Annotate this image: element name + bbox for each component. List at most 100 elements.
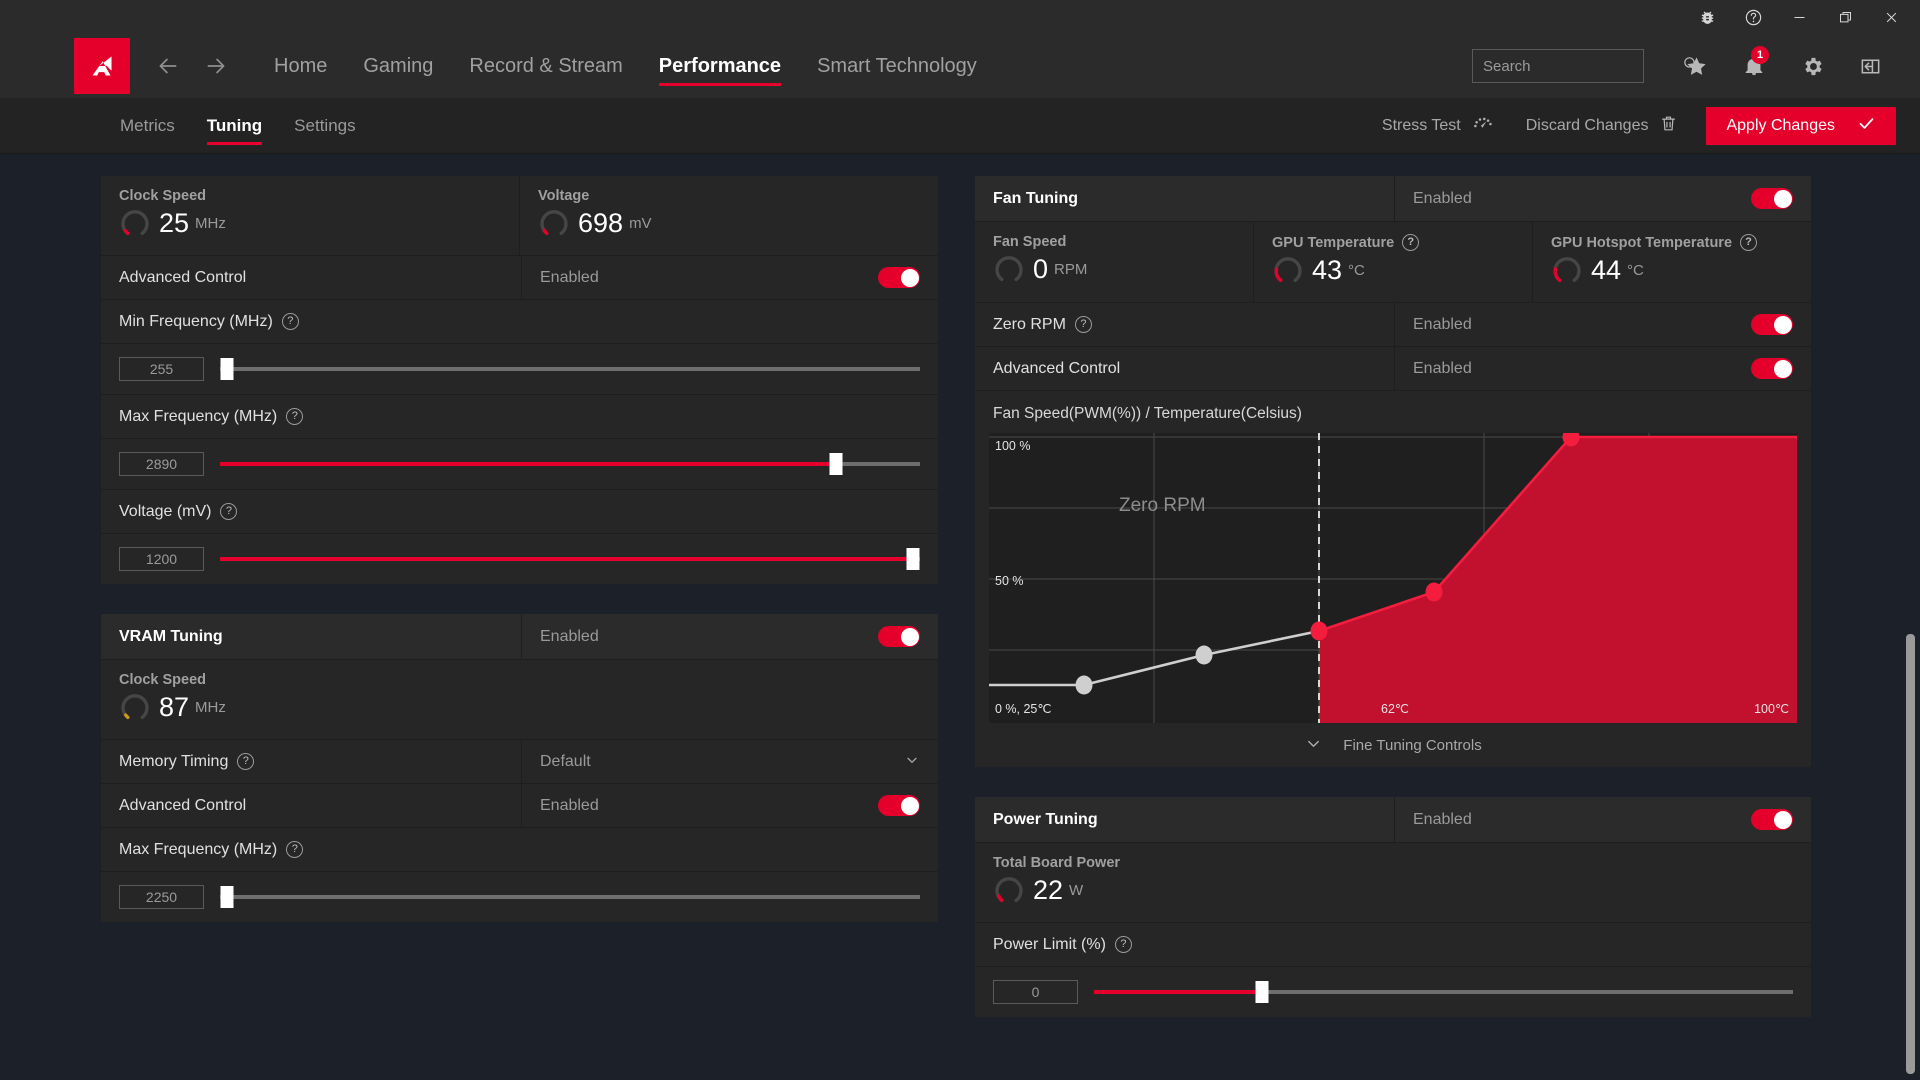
nav-item-smart-technology[interactable]: Smart Technology xyxy=(799,34,995,98)
nav-forward-icon[interactable] xyxy=(192,34,240,98)
gauge-icon xyxy=(538,207,570,239)
close-button[interactable] xyxy=(1868,0,1914,34)
fan-tuning-toggle[interactable] xyxy=(1751,188,1793,209)
fan-advanced-control-row[interactable]: Advanced Control Enabled xyxy=(975,347,1811,391)
tab-metrics[interactable]: Metrics xyxy=(104,98,191,154)
chevron-down-icon[interactable] xyxy=(904,752,920,771)
metric-value: 87 xyxy=(159,694,189,721)
restore-button[interactable] xyxy=(1822,0,1868,34)
nav-back-icon[interactable] xyxy=(144,34,192,98)
gpu-metrics-row: Clock Speed 25 MHz Voltage xyxy=(101,176,938,256)
gpu-tuning-card: Clock Speed 25 MHz Voltage xyxy=(101,176,938,584)
gauge-icon xyxy=(993,253,1025,285)
max-frequency-value[interactable]: 2890 xyxy=(119,452,204,476)
apply-changes-button[interactable]: Apply Changes xyxy=(1706,107,1896,145)
help-icon[interactable]: ? xyxy=(220,503,237,520)
discard-changes-label: Discard Changes xyxy=(1526,117,1649,135)
help-icon[interactable]: ? xyxy=(282,313,299,330)
help-icon[interactable] xyxy=(1730,0,1776,34)
voltage-value[interactable]: 1200 xyxy=(119,547,204,571)
vram-clock-speed-metric: Clock Speed 87 MHz xyxy=(101,660,938,739)
amd-logo-icon[interactable] xyxy=(74,38,130,94)
settings-gear-icon[interactable] xyxy=(1784,34,1840,98)
discard-changes-button[interactable]: Discard Changes xyxy=(1510,98,1695,154)
fan-speed-metric: Fan Speed 0 RPM xyxy=(975,222,1254,302)
gpu-clock-speed-metric: Clock Speed 25 MHz xyxy=(101,176,520,255)
advanced-control-toggle[interactable] xyxy=(878,267,920,288)
gpu-hotspot-temperature-metric: GPU Hotspot Temperature ? 44 °C xyxy=(1533,222,1811,302)
vram-tuning-header[interactable]: VRAM Tuning Enabled xyxy=(101,614,938,660)
nav-item-home[interactable]: Home xyxy=(256,34,345,98)
power-tuning-toggle[interactable] xyxy=(1751,809,1793,830)
vram-advanced-control-row[interactable]: Advanced Control Enabled xyxy=(101,784,938,828)
notification-badge: 1 xyxy=(1751,46,1769,64)
vertical-scrollbar[interactable] xyxy=(1906,634,1915,1074)
help-icon[interactable]: ? xyxy=(237,753,254,770)
row-label: Min Frequency (MHz) xyxy=(119,313,273,331)
tab-tuning[interactable]: Tuning xyxy=(191,98,278,154)
gpu-temperature-metric: GPU Temperature ? 43 °C xyxy=(1254,222,1533,302)
fine-tuning-controls-button[interactable]: Fine Tuning Controls xyxy=(975,723,1811,767)
min-frequency-slider[interactable] xyxy=(220,358,920,380)
zero-rpm-toggle[interactable] xyxy=(1751,314,1793,335)
gpu-advanced-control-row[interactable]: Advanced Control Enabled xyxy=(101,256,938,300)
help-icon[interactable]: ? xyxy=(286,408,303,425)
metric-value: 25 xyxy=(159,210,189,237)
help-icon[interactable]: ? xyxy=(1115,936,1132,953)
help-icon[interactable]: ? xyxy=(286,841,303,858)
nav-item-gaming[interactable]: Gaming xyxy=(345,34,451,98)
toggle-panel-icon[interactable] xyxy=(1842,34,1898,98)
metric-label: GPU Hotspot Temperature xyxy=(1551,235,1732,251)
metric-unit: RPM xyxy=(1054,261,1087,278)
row-label: Max Frequency (MHz) xyxy=(119,841,277,859)
voltage-slider-row[interactable]: 1200 xyxy=(101,534,938,584)
vram-max-frequency-value[interactable]: 2250 xyxy=(119,885,204,909)
min-frequency-slider-row[interactable]: 255 xyxy=(101,344,938,395)
tab-settings[interactable]: Settings xyxy=(278,98,371,154)
sub-tabs: Metrics Tuning Settings xyxy=(104,98,372,154)
fan-advanced-control-toggle[interactable] xyxy=(1751,358,1793,379)
power-tuning-card: Power Tuning Enabled Total Board Power xyxy=(975,797,1811,1017)
zero-rpm-row[interactable]: Zero RPM ? Enabled xyxy=(975,303,1811,347)
vram-max-frequency-slider[interactable] xyxy=(220,886,920,908)
bug-report-icon[interactable] xyxy=(1684,0,1730,34)
help-icon[interactable]: ? xyxy=(1740,234,1757,251)
metric-unit: W xyxy=(1069,882,1083,899)
vram-max-frequency-slider-row[interactable]: 2250 xyxy=(101,872,938,922)
help-icon[interactable]: ? xyxy=(1075,316,1092,333)
minimize-button[interactable] xyxy=(1776,0,1822,34)
search-box[interactable] xyxy=(1472,49,1644,83)
metric-value: 698 xyxy=(578,210,623,237)
fan-tuning-header[interactable]: Fan Tuning Enabled xyxy=(975,176,1811,222)
power-limit-slider-row[interactable]: 0 xyxy=(975,967,1811,1017)
search-input[interactable] xyxy=(1483,58,1682,75)
metric-label: Clock Speed xyxy=(119,188,501,204)
help-icon[interactable]: ? xyxy=(1402,234,1419,251)
power-tuning-header[interactable]: Power Tuning Enabled xyxy=(975,797,1811,843)
min-frequency-value[interactable]: 255 xyxy=(119,357,204,381)
nav-item-performance[interactable]: Performance xyxy=(641,34,799,98)
vram-max-frequency-label-row: Max Frequency (MHz) ? xyxy=(101,828,938,872)
voltage-slider[interactable] xyxy=(220,548,920,570)
max-frequency-slider[interactable] xyxy=(220,453,920,475)
power-limit-slider[interactable] xyxy=(1094,981,1793,1003)
power-limit-label-row: Power Limit (%) ? xyxy=(975,923,1811,967)
nav-item-label: Home xyxy=(274,55,327,78)
vram-advanced-control-toggle[interactable] xyxy=(878,795,920,816)
vram-tuning-toggle[interactable] xyxy=(878,626,920,647)
row-label: Advanced Control xyxy=(119,797,246,815)
row-state: Enabled xyxy=(540,797,599,815)
power-metrics-row: Total Board Power 22 W xyxy=(975,843,1811,923)
stress-test-button[interactable]: Stress Test xyxy=(1366,98,1510,154)
gauge-icon xyxy=(993,874,1025,906)
metric-label: GPU Temperature xyxy=(1272,235,1394,251)
nav-right-tools: 1 xyxy=(1472,34,1920,98)
power-limit-value[interactable]: 0 xyxy=(993,980,1078,1004)
memory-timing-row[interactable]: Memory Timing ? Default xyxy=(101,740,938,784)
favorites-star-icon[interactable] xyxy=(1668,34,1724,98)
nav-item-record-stream[interactable]: Record & Stream xyxy=(451,34,640,98)
card-title: Power Tuning xyxy=(993,811,1098,829)
notifications-bell-icon[interactable]: 1 xyxy=(1726,34,1782,98)
fan-curve-chart[interactable]: 100 % 50 % 0 %, 25℃ 62℃ 100℃ Zero RPM xyxy=(989,433,1797,723)
max-frequency-slider-row[interactable]: 2890 xyxy=(101,439,938,490)
